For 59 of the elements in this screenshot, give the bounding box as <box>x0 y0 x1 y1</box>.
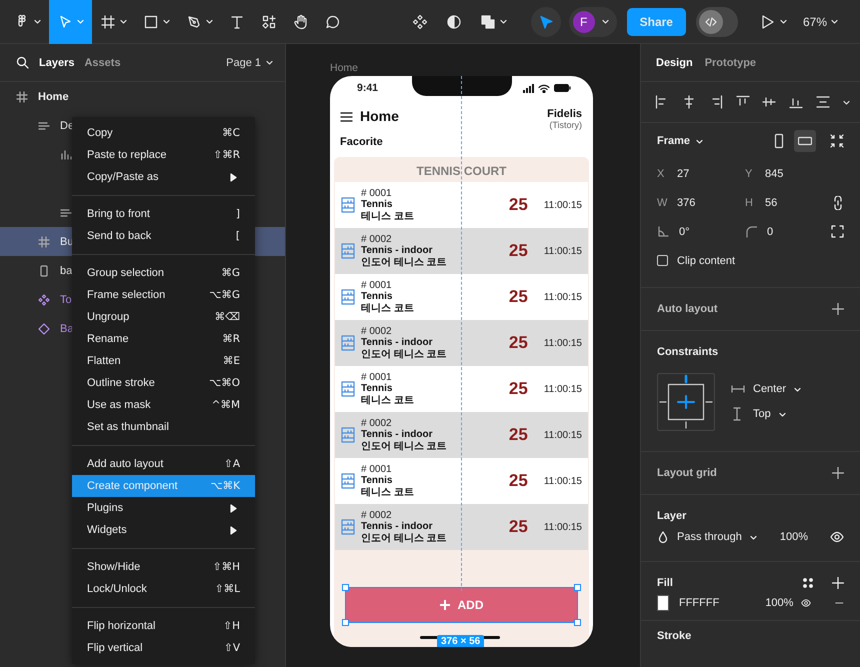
section-title: Frame <box>657 135 690 147</box>
court-count: 25 <box>508 333 528 353</box>
frame-label: Home <box>330 62 360 76</box>
court-name: Tennis - indoor <box>361 521 434 533</box>
court-count: 25 <box>508 425 528 445</box>
court-time: 11:00:15 <box>544 430 582 440</box>
list-title: TENNIS COURT <box>416 163 508 180</box>
court-count: 25 <box>508 517 528 537</box>
court-code: # 0001 <box>361 464 393 476</box>
screen-title: Home <box>360 108 399 124</box>
court-name: Tennis - indoor <box>361 429 434 441</box>
section-title: Layout grid <box>657 467 717 479</box>
court-time: 11:00:15 <box>544 384 582 394</box>
court-code: # 0002 <box>361 418 393 430</box>
court-time: 11:00:15 <box>544 292 582 302</box>
court-name: Tennis <box>361 475 394 487</box>
court-count: 25 <box>508 471 528 491</box>
account-source: (Tistory) <box>548 120 582 130</box>
court-name: Tennis - indoor <box>361 245 434 257</box>
account-name: Fidelis <box>547 108 582 120</box>
court-name: Tennis <box>361 199 394 211</box>
court-count: 25 <box>508 379 528 399</box>
court-name-korean: 테니스 코트 <box>361 394 414 406</box>
status-time: 9:41 <box>357 82 378 94</box>
section-title: Fill <box>657 577 673 589</box>
section-title: Stroke <box>657 630 692 642</box>
section-title: Auto layout <box>657 303 718 315</box>
avatar: F <box>572 10 595 32</box>
layer-name: Home <box>38 90 69 102</box>
court-name: Tennis - indoor <box>361 337 434 349</box>
court-name: Tennis <box>361 291 394 303</box>
layer-name: ba <box>60 264 72 276</box>
section-title: Layer <box>657 510 686 522</box>
court-time: 11:00:15 <box>544 522 582 532</box>
court-name-korean: 테니스 코트 <box>361 210 414 222</box>
court-code: # 0001 <box>361 188 393 200</box>
court-code: # 0002 <box>361 234 393 246</box>
court-code: # 0002 <box>361 326 393 338</box>
court-name-korean: 인도어 테니스 코트 <box>361 532 447 544</box>
court-time: 11:00:15 <box>544 476 582 486</box>
court-count: 25 <box>508 287 528 307</box>
court-name-korean: 인도어 테니스 코트 <box>361 256 447 268</box>
court-time: 11:00:15 <box>544 200 582 210</box>
court-name: Tennis <box>361 383 394 395</box>
court-code: # 0002 <box>361 510 393 522</box>
court-name-korean: 테니스 코트 <box>361 486 414 498</box>
court-code: # 0001 <box>361 280 393 292</box>
section-title: Facorite <box>339 135 384 150</box>
court-count: 25 <box>508 195 528 215</box>
court-name-korean: 인도어 테니스 코트 <box>361 348 447 360</box>
section-title: Constraints <box>657 346 718 358</box>
court-time: 11:00:15 <box>544 246 582 256</box>
court-time: 11:00:15 <box>544 338 582 348</box>
layer-name: To <box>60 294 72 306</box>
court-name-korean: 테니스 코트 <box>361 302 414 314</box>
court-count: 25 <box>508 241 528 261</box>
court-code: # 0001 <box>361 372 393 384</box>
court-name-korean: 인도어 테니스 코트 <box>361 440 447 452</box>
checkbox-label: Clip content <box>677 254 736 266</box>
